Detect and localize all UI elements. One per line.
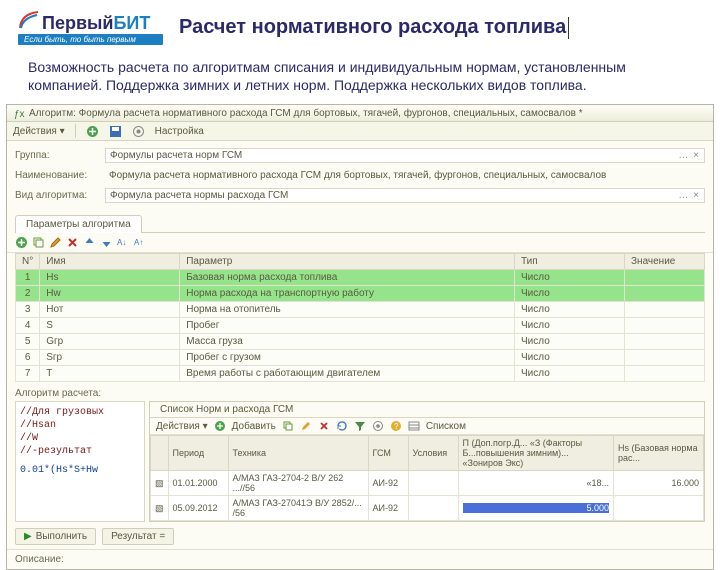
save-icon[interactable] (109, 125, 122, 138)
svg-text:A↓: A↓ (117, 238, 126, 247)
table-row[interactable]: 6SгрПробег с грузомЧисло (16, 350, 705, 366)
slide-header: ПервыйБИТ Если быть, то быть первым Расч… (0, 0, 720, 49)
group-label: Группа: (15, 150, 105, 161)
brand-text-b: БИТ (113, 13, 150, 33)
norms-list-caption: Список Норм и расхода ГСМ (160, 404, 293, 415)
list-mode-icon[interactable] (408, 420, 420, 432)
row-expand-icon[interactable]: ▧ (155, 478, 164, 489)
edit-row-icon[interactable] (49, 236, 62, 249)
svg-text:ƒx: ƒx (14, 109, 25, 119)
list-add-button[interactable]: Добавить (232, 421, 276, 432)
group-field[interactable]: Формулы расчета норм ГСМ… × (105, 148, 705, 163)
name-field[interactable]: Формула расчета нормативного расхода ГСМ… (105, 169, 705, 182)
window-toolbar: Действия ▾ Настройка (7, 122, 713, 141)
col-type[interactable]: Тип (515, 254, 625, 270)
params-table: N° Имя Параметр Тип Значение 1HsБазовая … (15, 253, 705, 382)
col-extra[interactable]: П (Доп.погр.Д... «З (Факторы Б...повышен… (458, 436, 613, 471)
code-editor[interactable]: //Для грузовых //Нsan //W //-результат 0… (15, 401, 145, 522)
move-up-icon[interactable] (83, 236, 96, 249)
col-name[interactable]: Имя (40, 254, 180, 270)
norms-list-panel: Список Норм и расхода ГСМ Действия ▾ Доб… (149, 401, 705, 522)
window-caption: Алгоритм: Формула расчета нормативного р… (29, 108, 583, 119)
list-help-icon[interactable]: ? (390, 420, 402, 432)
sort-za-icon[interactable]: A↑ (134, 236, 147, 249)
brand-tagline: Если быть, то быть первым (18, 34, 163, 45)
table-row[interactable]: 5GгрМасса грузаЧисло (16, 334, 705, 350)
add-icon[interactable] (86, 125, 99, 138)
result-tab[interactable]: Результат = (102, 528, 174, 545)
col-cond[interactable]: Условия (408, 436, 458, 471)
svg-text:?: ? (394, 422, 399, 431)
logo-swoosh-icon (18, 10, 40, 32)
list-delete-icon[interactable] (318, 420, 330, 432)
name-label: Наименование: (15, 170, 105, 181)
move-down-icon[interactable] (100, 236, 113, 249)
add-row-icon[interactable] (15, 236, 28, 249)
kind-label: Вид алгоритма: (15, 190, 105, 201)
algorithm-label: Алгоритм расчета: (7, 382, 713, 401)
list-filter-icon[interactable] (354, 420, 366, 432)
col-hs[interactable]: Hs (Базовая норма рас... (614, 436, 704, 471)
kind-field[interactable]: Формула расчета нормы расхода ГСМ… × (105, 188, 705, 203)
svg-text:A↑: A↑ (134, 238, 143, 247)
window-titlebar: ƒx Алгоритм: Формула расчета нормативног… (7, 105, 713, 122)
list-add-icon[interactable] (214, 420, 226, 432)
col-gsm[interactable]: ГСМ (368, 436, 408, 471)
table-row[interactable]: 2HwНорма расхода на транспортную работуЧ… (16, 286, 705, 302)
function-icon: ƒx (13, 107, 25, 119)
col-param[interactable]: Параметр (180, 254, 515, 270)
table-row[interactable]: 3HотНорма на отопительЧисло (16, 302, 705, 318)
table-row[interactable]: 4SПробегЧисло (16, 318, 705, 334)
list-copy-icon[interactable] (282, 420, 294, 432)
list-mode-button[interactable]: Списком (426, 421, 466, 432)
tab-parameters[interactable]: Параметры алгоритма (15, 215, 142, 233)
col-tech[interactable]: Техника (228, 436, 368, 471)
row-expand-icon[interactable]: ▧ (155, 503, 164, 514)
norms-table: Период Техника ГСМ Условия П (Доп.погр.Д… (150, 435, 704, 521)
algorithm-window: ƒx Алгоритм: Формула расчета нормативног… (6, 104, 714, 570)
col-value[interactable]: Значение (625, 254, 705, 270)
list-edit-icon[interactable] (300, 420, 312, 432)
col-n[interactable]: N° (16, 254, 40, 270)
list-refresh-icon[interactable] (336, 420, 348, 432)
page-subtitle: Возможность расчета по алгоритмам списан… (0, 49, 720, 104)
table-row[interactable]: 7TВремя работы с работающим двигателемЧи… (16, 366, 705, 382)
brand-text-a: Первый (42, 13, 113, 33)
copy-row-icon[interactable] (32, 236, 45, 249)
settings-gear-icon[interactable] (132, 125, 145, 138)
content-tabs: Параметры алгоритма (15, 214, 705, 233)
delete-row-icon[interactable] (66, 236, 79, 249)
actions-menu[interactable]: Действия ▾ (13, 126, 65, 137)
list-actions-menu[interactable]: Действия ▾ (156, 421, 208, 432)
params-toolbar: A↓ A↑ (7, 233, 713, 253)
page-title: Расчет нормативного расхода топлива (163, 16, 569, 39)
run-button[interactable]: ▶Выполнить (15, 528, 96, 545)
sort-az-icon[interactable]: A↓ (117, 236, 130, 249)
col-period[interactable]: Период (168, 436, 228, 471)
norms-row[interactable]: ▧ 05.09.2012А/МАЗ ГАЗ-27041Э В/У 2852/..… (151, 496, 704, 521)
settings-button[interactable]: Настройка (155, 126, 204, 137)
norms-row[interactable]: ▧ 01.01.2000А/МАЗ ГАЗ-2704-2 В/У 262 ...… (151, 471, 704, 496)
list-settings-icon[interactable] (372, 420, 384, 432)
selected-cell[interactable]: 5.000 (463, 503, 609, 513)
brand-logo: ПервыйБИТ Если быть, то быть первым (18, 10, 163, 45)
table-row[interactable]: 1HsБазовая норма расхода топливаЧисло (16, 270, 705, 286)
description-label: Описание: (7, 549, 713, 569)
